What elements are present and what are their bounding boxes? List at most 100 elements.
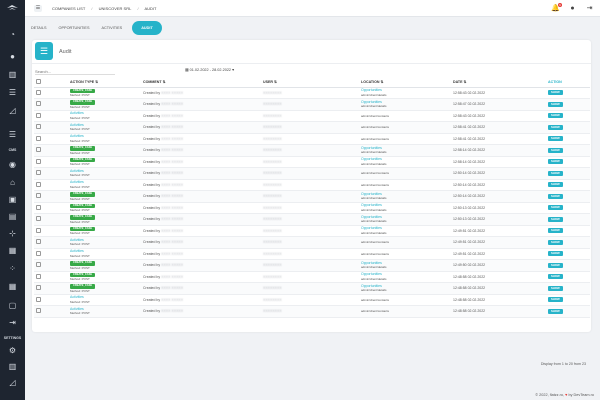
column-location[interactable]: LOCATION ⇅	[359, 77, 451, 88]
row-checkbox[interactable]	[36, 124, 41, 129]
list-icon[interactable]: ☰	[7, 88, 18, 97]
chart-icon[interactable]: ◿	[7, 106, 18, 115]
row-checkbox[interactable]	[36, 147, 41, 152]
show-button[interactable]: SHOW	[548, 113, 563, 119]
logo-icon[interactable]	[6, 4, 19, 13]
row-checkbox[interactable]	[36, 250, 41, 256]
row-checkbox[interactable]	[36, 204, 41, 210]
window-icon[interactable]: ▢	[7, 301, 18, 310]
row-checkbox[interactable]	[36, 227, 41, 233]
eye-icon[interactable]: ◉	[7, 160, 18, 169]
location-link[interactable]: Opportunities	[361, 272, 382, 276]
show-button[interactable]: SHOW	[548, 147, 563, 153]
show-button[interactable]: SHOW	[548, 136, 563, 142]
action-type-link[interactable]: Activities	[70, 123, 84, 127]
image-icon[interactable]: ▣	[7, 195, 18, 204]
dashboard-icon[interactable]: ◔	[7, 30, 18, 39]
action-type-link[interactable]: Activities	[70, 111, 84, 115]
footer-credit[interactable]: by DevTeam.ro	[568, 393, 594, 397]
breadcrumb-company[interactable]: UNISCOVER SRL	[99, 6, 132, 11]
building-icon[interactable]: ▥	[7, 362, 18, 371]
grid-icon[interactable]: ⁘	[7, 264, 18, 273]
location-link[interactable]: Opportunities	[361, 203, 382, 207]
breadcrumb-companies-list[interactable]: COMPANIES LIST	[52, 6, 85, 11]
menu-toggle-button[interactable]: ☰	[34, 5, 42, 12]
location-link[interactable]: Opportunities	[361, 100, 382, 104]
logout-icon[interactable]: ⇥	[585, 4, 594, 13]
home-icon[interactable]: ⌂	[7, 178, 18, 187]
grid-icon[interactable]: ▦	[7, 246, 18, 255]
row-checkbox[interactable]	[36, 158, 41, 164]
show-button[interactable]: SHOW	[548, 216, 563, 222]
notification-bell-icon[interactable]: 🔔 9	[551, 3, 562, 13]
building-icon[interactable]: ▥	[7, 70, 18, 79]
network-icon[interactable]: ⊹	[7, 229, 18, 238]
tab-details[interactable]: DETAILS	[25, 20, 53, 36]
location-link[interactable]: Opportunities	[361, 226, 382, 230]
tab-activities[interactable]: ACTIVITIES	[96, 20, 129, 36]
tab-opportunities[interactable]: OPPORTUNITIES	[53, 20, 96, 36]
comment-user-redacted: XXXX XXXXX	[161, 309, 184, 313]
search-input[interactable]	[35, 68, 115, 75]
action-type-link[interactable]: Activities	[70, 134, 84, 138]
location-link[interactable]: Opportunities	[361, 88, 382, 92]
location-link[interactable]: Opportunities	[361, 157, 382, 161]
show-button[interactable]: SHOW	[548, 251, 563, 257]
location-link[interactable]: Opportunities	[361, 215, 382, 219]
location-link[interactable]: Opportunities	[361, 261, 382, 265]
gear-icon[interactable]: ⚙	[7, 346, 18, 355]
show-button[interactable]: SHOW	[548, 274, 563, 280]
show-button[interactable]: SHOW	[548, 239, 563, 245]
row-checkbox[interactable]	[36, 193, 41, 198]
user-icon[interactable]: ●	[7, 52, 18, 61]
column-date[interactable]: DATE ⇅	[451, 77, 546, 88]
show-button[interactable]: SHOW	[548, 124, 563, 130]
show-button[interactable]: SHOW	[548, 193, 563, 199]
show-button[interactable]: SHOW	[548, 170, 563, 176]
action-type-link[interactable]: Activities	[70, 169, 84, 173]
row-checkbox[interactable]	[36, 273, 41, 279]
select-all-checkbox[interactable]	[36, 78, 41, 84]
action-type-link[interactable]: Activities	[70, 238, 84, 242]
location-link[interactable]: Opportunities	[361, 284, 382, 288]
chart-icon[interactable]: ◿	[7, 378, 18, 387]
row-checkbox[interactable]	[36, 285, 41, 290]
location-link[interactable]: Opportunities	[361, 192, 382, 196]
row-checkbox[interactable]	[36, 181, 41, 187]
show-button[interactable]: SHOW	[548, 205, 563, 211]
row-checkbox[interactable]	[36, 296, 41, 302]
show-button[interactable]: SHOW	[548, 228, 563, 234]
row-checkbox[interactable]	[36, 308, 41, 313]
show-button[interactable]: SHOW	[548, 308, 563, 314]
show-button[interactable]: SHOW	[548, 159, 563, 165]
show-button[interactable]: SHOW	[548, 90, 563, 96]
row-checkbox[interactable]	[36, 239, 41, 244]
user-icon[interactable]: ●	[568, 4, 577, 13]
show-button[interactable]: SHOW	[548, 101, 563, 107]
list-icon[interactable]: ☰	[7, 130, 18, 139]
show-button[interactable]: SHOW	[548, 262, 563, 268]
location-link[interactable]: Opportunities	[361, 146, 382, 150]
grid-icon[interactable]: ▦	[7, 282, 18, 291]
row-checkbox[interactable]	[36, 170, 41, 175]
column-user[interactable]: USER ⇅	[261, 77, 359, 88]
tab-audit[interactable]: AUDIT	[132, 21, 162, 35]
show-button[interactable]: SHOW	[548, 297, 563, 303]
action-type-link[interactable]: Activities	[70, 249, 84, 253]
action-type-link[interactable]: Activities	[70, 180, 84, 184]
row-checkbox[interactable]	[36, 262, 41, 267]
column-action-type[interactable]: ACTION TYPE ⇅	[68, 77, 141, 88]
action-type-link[interactable]: Activities	[70, 307, 84, 311]
row-checkbox[interactable]	[36, 112, 41, 118]
show-button[interactable]: SHOW	[548, 285, 563, 291]
row-checkbox[interactable]	[36, 135, 41, 141]
show-button[interactable]: SHOW	[548, 182, 563, 188]
column-comment[interactable]: COMMENT ⇅	[141, 77, 261, 88]
row-checkbox[interactable]	[36, 101, 41, 106]
action-type-link[interactable]: Activities	[70, 295, 84, 299]
row-checkbox[interactable]	[36, 216, 41, 221]
login-icon[interactable]: ⇥	[7, 318, 18, 327]
date-range-picker[interactable]: ▦ 01.02.2022 - 28.02.2022 ▾	[185, 67, 234, 72]
window-icon[interactable]: ▤	[7, 212, 18, 221]
row-checkbox[interactable]	[36, 89, 41, 95]
